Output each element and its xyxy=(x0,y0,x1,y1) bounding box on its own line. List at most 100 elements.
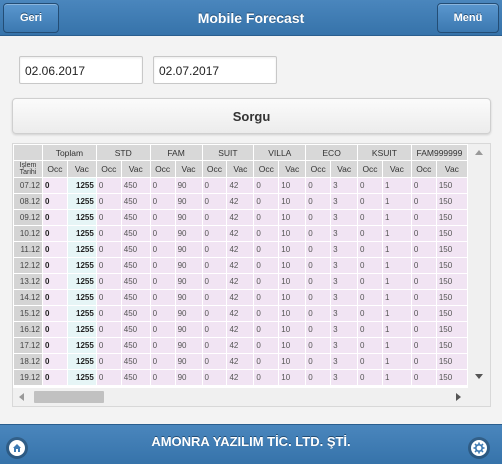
occ-cell: 0 xyxy=(150,306,175,321)
occ-cell: 0 xyxy=(358,242,382,257)
occ-cell: 0 xyxy=(358,274,382,289)
horizontal-scroll-thumb[interactable] xyxy=(34,391,104,403)
occ-cell: 0 xyxy=(150,242,175,257)
vac-cell: 3 xyxy=(331,338,358,353)
occ-cell: 0 xyxy=(358,258,382,273)
row-date: 16.12 xyxy=(14,322,42,337)
occ-cell: 0 xyxy=(42,370,67,385)
vertical-scrollbar[interactable] xyxy=(468,144,490,388)
table-row: 17.12 0 1255 0 450 0 90 0 42 0 10 0 3 0 1 0 150 xyxy=(14,338,467,353)
vac-cell: 90 xyxy=(175,274,202,289)
vac-cell: 42 xyxy=(227,322,254,337)
occ-cell: 0 xyxy=(411,290,436,305)
scroll-down-arrow-icon[interactable] xyxy=(475,374,483,379)
vac-cell: 1 xyxy=(382,274,411,289)
footer-bar: AMONRA YAZILIM TİC. LTD. ŞTİ. xyxy=(0,424,502,464)
vac-cell: 90 xyxy=(175,258,202,273)
occ-cell: 0 xyxy=(42,258,67,273)
occ-cell: 0 xyxy=(254,178,279,193)
vac-cell: 150 xyxy=(436,354,467,369)
occ-cell: 0 xyxy=(411,370,436,385)
occ-cell: 0 xyxy=(202,338,227,353)
occ-cell: 0 xyxy=(202,178,227,193)
query-button[interactable]: Sorgu xyxy=(12,98,491,134)
occ-cell: 0 xyxy=(306,338,331,353)
row-date: 14.12 xyxy=(14,290,42,305)
occ-cell: 0 xyxy=(96,194,121,209)
group-header: FAM999999 xyxy=(411,145,467,160)
occ-cell: 0 xyxy=(411,226,436,241)
vac-cell: 1255 xyxy=(67,370,96,385)
occ-cell: 0 xyxy=(150,226,175,241)
occ-cell: 0 xyxy=(411,338,436,353)
vac-cell: 90 xyxy=(175,242,202,257)
vac-cell: 1255 xyxy=(67,290,96,305)
vac-cell: 3 xyxy=(331,242,358,257)
vac-cell: 1255 xyxy=(67,178,96,193)
vac-cell: 450 xyxy=(121,178,150,193)
vac-cell: 450 xyxy=(121,210,150,225)
vac-cell: 1255 xyxy=(67,258,96,273)
occ-cell: 0 xyxy=(306,354,331,369)
occ-column-header: Occ xyxy=(96,161,121,177)
vac-cell: 3 xyxy=(331,258,358,273)
occ-cell: 0 xyxy=(42,338,67,353)
vac-cell: 42 xyxy=(227,306,254,321)
scroll-left-arrow-icon[interactable] xyxy=(19,393,24,401)
occ-cell: 0 xyxy=(254,370,279,385)
vac-cell: 1255 xyxy=(67,322,96,337)
vac-cell: 42 xyxy=(227,210,254,225)
occ-cell: 0 xyxy=(96,322,121,337)
end-date-field[interactable]: 02.07.2017 xyxy=(153,56,277,84)
vac-cell: 1 xyxy=(382,194,411,209)
table-row: 15.12 0 1255 0 450 0 90 0 42 0 10 0 3 0 1 0 150 xyxy=(14,306,467,321)
table-row: 14.12 0 1255 0 450 0 90 0 42 0 10 0 3 0 1 0 150 xyxy=(14,290,467,305)
vac-column-header: Vac xyxy=(67,161,96,177)
occ-cell: 0 xyxy=(150,194,175,209)
vac-cell: 150 xyxy=(436,274,467,289)
scroll-up-arrow-icon[interactable] xyxy=(475,150,483,155)
vac-column-header: Vac xyxy=(331,161,358,177)
table-row: 19.12 0 1255 0 450 0 90 0 42 0 10 0 3 0 1 0 150 xyxy=(14,370,467,385)
vac-cell: 10 xyxy=(279,274,306,289)
vac-cell: 150 xyxy=(436,242,467,257)
group-header: VILLA xyxy=(254,145,306,160)
row-date: 19.12 xyxy=(14,370,42,385)
occ-cell: 0 xyxy=(358,354,382,369)
occ-cell: 0 xyxy=(42,354,67,369)
occ-cell: 0 xyxy=(96,242,121,257)
occ-cell: 0 xyxy=(202,194,227,209)
occ-cell: 0 xyxy=(411,258,436,273)
date-column-header: İşlem Tarihi xyxy=(14,161,42,177)
occ-cell: 0 xyxy=(202,242,227,257)
vac-cell: 3 xyxy=(331,178,358,193)
settings-button[interactable] xyxy=(468,437,490,459)
occ-cell: 0 xyxy=(202,370,227,385)
vac-cell: 90 xyxy=(175,338,202,353)
vac-column-header: Vac xyxy=(436,161,467,177)
occ-column-header: Occ xyxy=(42,161,67,177)
vac-cell: 450 xyxy=(121,242,150,257)
vac-cell: 10 xyxy=(279,226,306,241)
table-row: 12.12 0 1255 0 450 0 90 0 42 0 10 0 3 0 1 0 150 xyxy=(14,258,467,273)
vac-cell: 42 xyxy=(227,274,254,289)
occ-cell: 0 xyxy=(202,306,227,321)
start-date-field[interactable]: 02.06.2017 xyxy=(19,56,143,84)
horizontal-scrollbar[interactable] xyxy=(13,388,490,406)
occ-cell: 0 xyxy=(358,322,382,337)
menu-button[interactable]: Menü xyxy=(437,3,499,33)
row-date: 07.12 xyxy=(14,178,42,193)
occ-cell: 0 xyxy=(42,290,67,305)
vac-cell: 450 xyxy=(121,306,150,321)
table-row: 08.12 0 1255 0 450 0 90 0 42 0 10 0 3 0 1 0 150 xyxy=(14,194,467,209)
vac-cell: 450 xyxy=(121,370,150,385)
scroll-right-arrow-icon[interactable] xyxy=(456,393,461,401)
occ-cell: 0 xyxy=(42,306,67,321)
vac-cell: 1255 xyxy=(67,338,96,353)
vac-cell: 150 xyxy=(436,226,467,241)
vac-cell: 150 xyxy=(436,290,467,305)
occ-column-header: Occ xyxy=(254,161,279,177)
vac-cell: 42 xyxy=(227,194,254,209)
grid-viewport[interactable]: Toplam STD FAM SUIT VILLA ECO KSUIT FAM999999 İ… xyxy=(13,144,468,388)
occ-cell: 0 xyxy=(202,354,227,369)
